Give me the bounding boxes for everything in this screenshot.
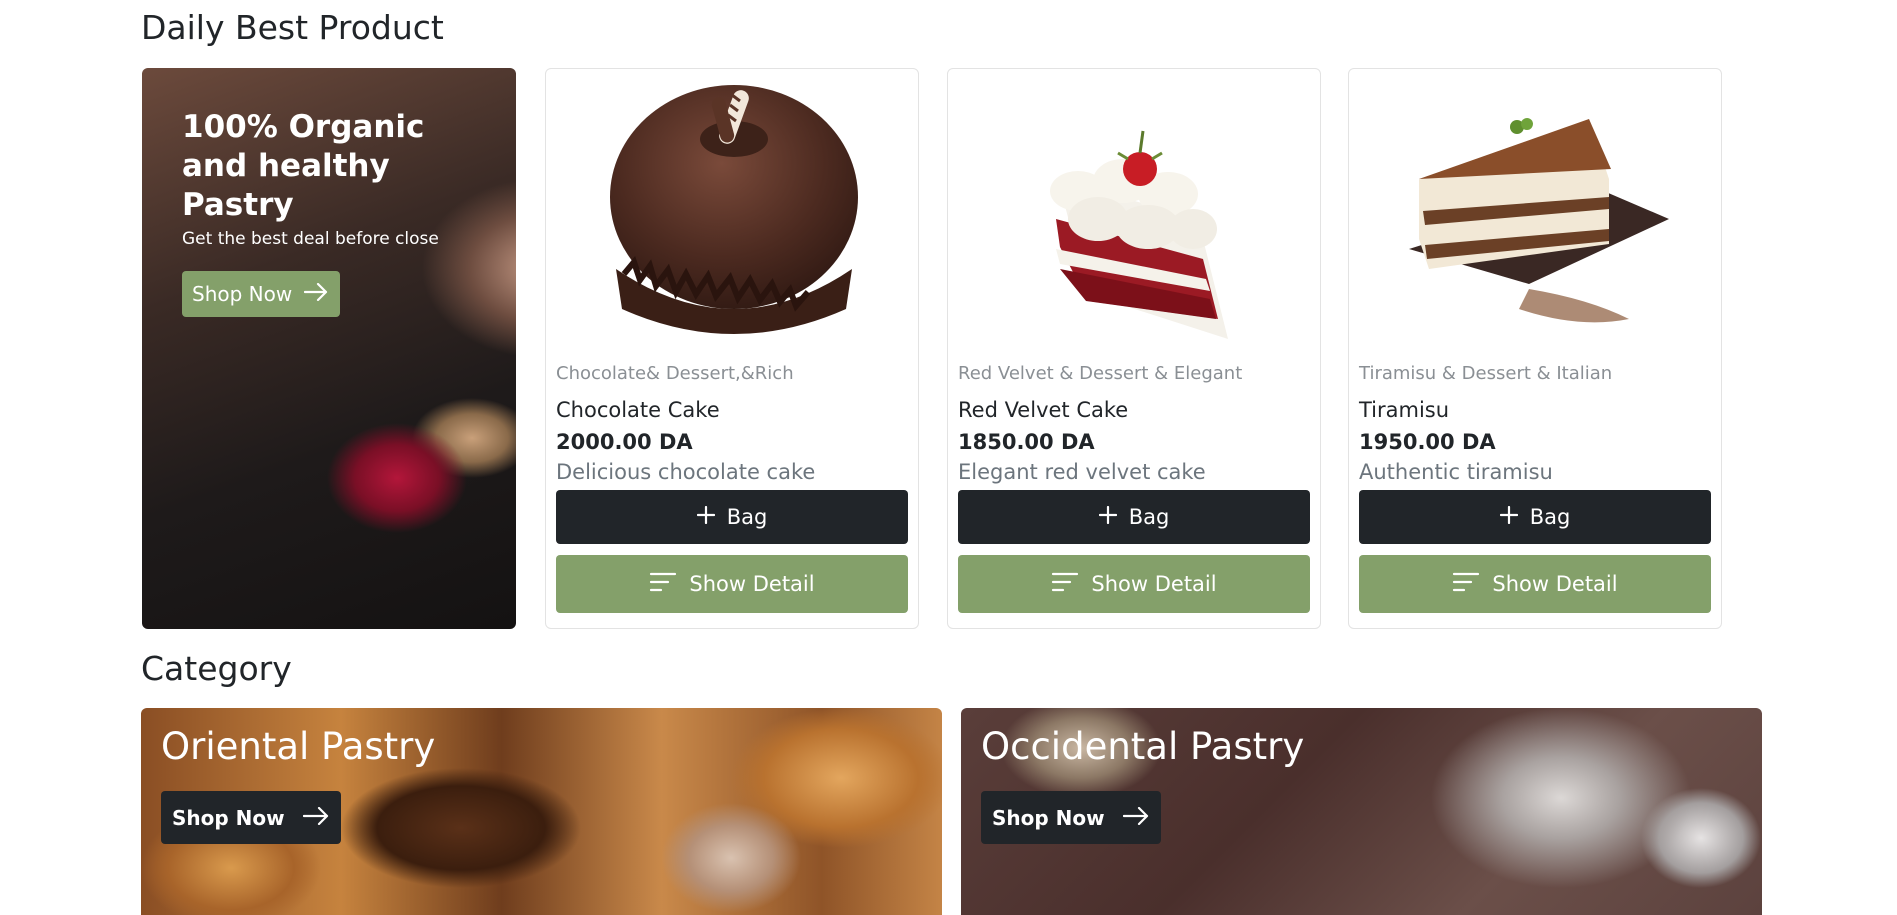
filter-lines-icon <box>1452 571 1480 598</box>
product-price: 2000.00 DA <box>556 430 693 454</box>
arrow-right-icon <box>1122 806 1149 830</box>
bag-label: Bag <box>726 505 768 529</box>
product-category: Tiramisu & Dessert & Italian <box>1359 363 1613 384</box>
promo-shop-now-label: Shop Now <box>192 282 293 306</box>
promo-shop-now-button[interactable]: Shop Now <box>182 271 341 317</box>
show-detail-button[interactable]: Show Detail <box>958 555 1310 613</box>
daily-best-product-title: Daily Best Product <box>141 8 444 47</box>
product-name: Tiramisu <box>1359 398 1450 422</box>
product-card: Tiramisu & Dessert & Italian Tiramisu 19… <box>1348 68 1722 629</box>
product-name: Chocolate Cake <box>556 398 720 422</box>
add-to-bag-button[interactable]: Bag <box>1359 490 1711 544</box>
promo-subtitle: Get the best deal before close <box>182 229 439 249</box>
filter-lines-icon <box>649 571 677 598</box>
filter-lines-icon <box>1051 571 1079 598</box>
promo-heading: 100% Organic and healthy Pastry <box>182 109 425 223</box>
plus-icon <box>696 505 715 529</box>
product-image <box>948 69 1320 339</box>
add-to-bag-button[interactable]: Bag <box>556 490 908 544</box>
plus-icon <box>1098 505 1117 529</box>
product-image <box>1349 69 1721 339</box>
product-price: 1950.00 DA <box>1359 430 1496 454</box>
shop-now-label: Shop Now <box>992 805 1105 830</box>
category-card-occidental[interactable]: Occidental Pastry Shop Now <box>961 708 1762 915</box>
promo-banner: 100% Organic and healthy Pastry Get the … <box>142 68 516 629</box>
show-detail-label: Show Detail <box>1492 572 1618 596</box>
product-description: Authentic tiramisu <box>1359 460 1553 484</box>
category-card-oriental[interactable]: Oriental Pastry Shop Now <box>141 708 942 915</box>
product-price: 1850.00 DA <box>958 430 1095 454</box>
oriental-shop-now-button[interactable]: Shop Now <box>161 791 341 844</box>
show-detail-label: Show Detail <box>1091 572 1217 596</box>
category-section-title: Category <box>141 649 292 688</box>
product-category: Red Velvet & Dessert & Elegant <box>958 363 1243 384</box>
bag-label: Bag <box>1529 505 1571 529</box>
product-image <box>546 69 918 339</box>
show-detail-label: Show Detail <box>689 572 815 596</box>
product-description: Delicious chocolate cake <box>556 460 816 484</box>
show-detail-button[interactable]: Show Detail <box>1359 555 1711 613</box>
category-title: Occidental Pastry <box>981 725 1305 768</box>
show-detail-button[interactable]: Show Detail <box>556 555 908 613</box>
occidental-shop-now-button[interactable]: Shop Now <box>981 791 1161 844</box>
product-card: Chocolate& Dessert,&Rich Chocolate Cake … <box>545 68 919 629</box>
add-to-bag-button[interactable]: Bag <box>958 490 1310 544</box>
product-description: Elegant red velvet cake <box>958 460 1206 484</box>
bag-label: Bag <box>1128 505 1170 529</box>
arrow-right-icon <box>302 806 329 830</box>
category-title: Oriental Pastry <box>161 725 436 768</box>
product-name: Red Velvet Cake <box>958 398 1129 422</box>
shop-now-label: Shop Now <box>172 805 285 830</box>
product-category: Chocolate& Dessert,&Rich <box>556 363 794 384</box>
arrow-right-icon <box>304 282 328 306</box>
product-card: Red Velvet & Dessert & Elegant Red Velve… <box>947 68 1321 629</box>
plus-icon <box>1499 505 1518 529</box>
